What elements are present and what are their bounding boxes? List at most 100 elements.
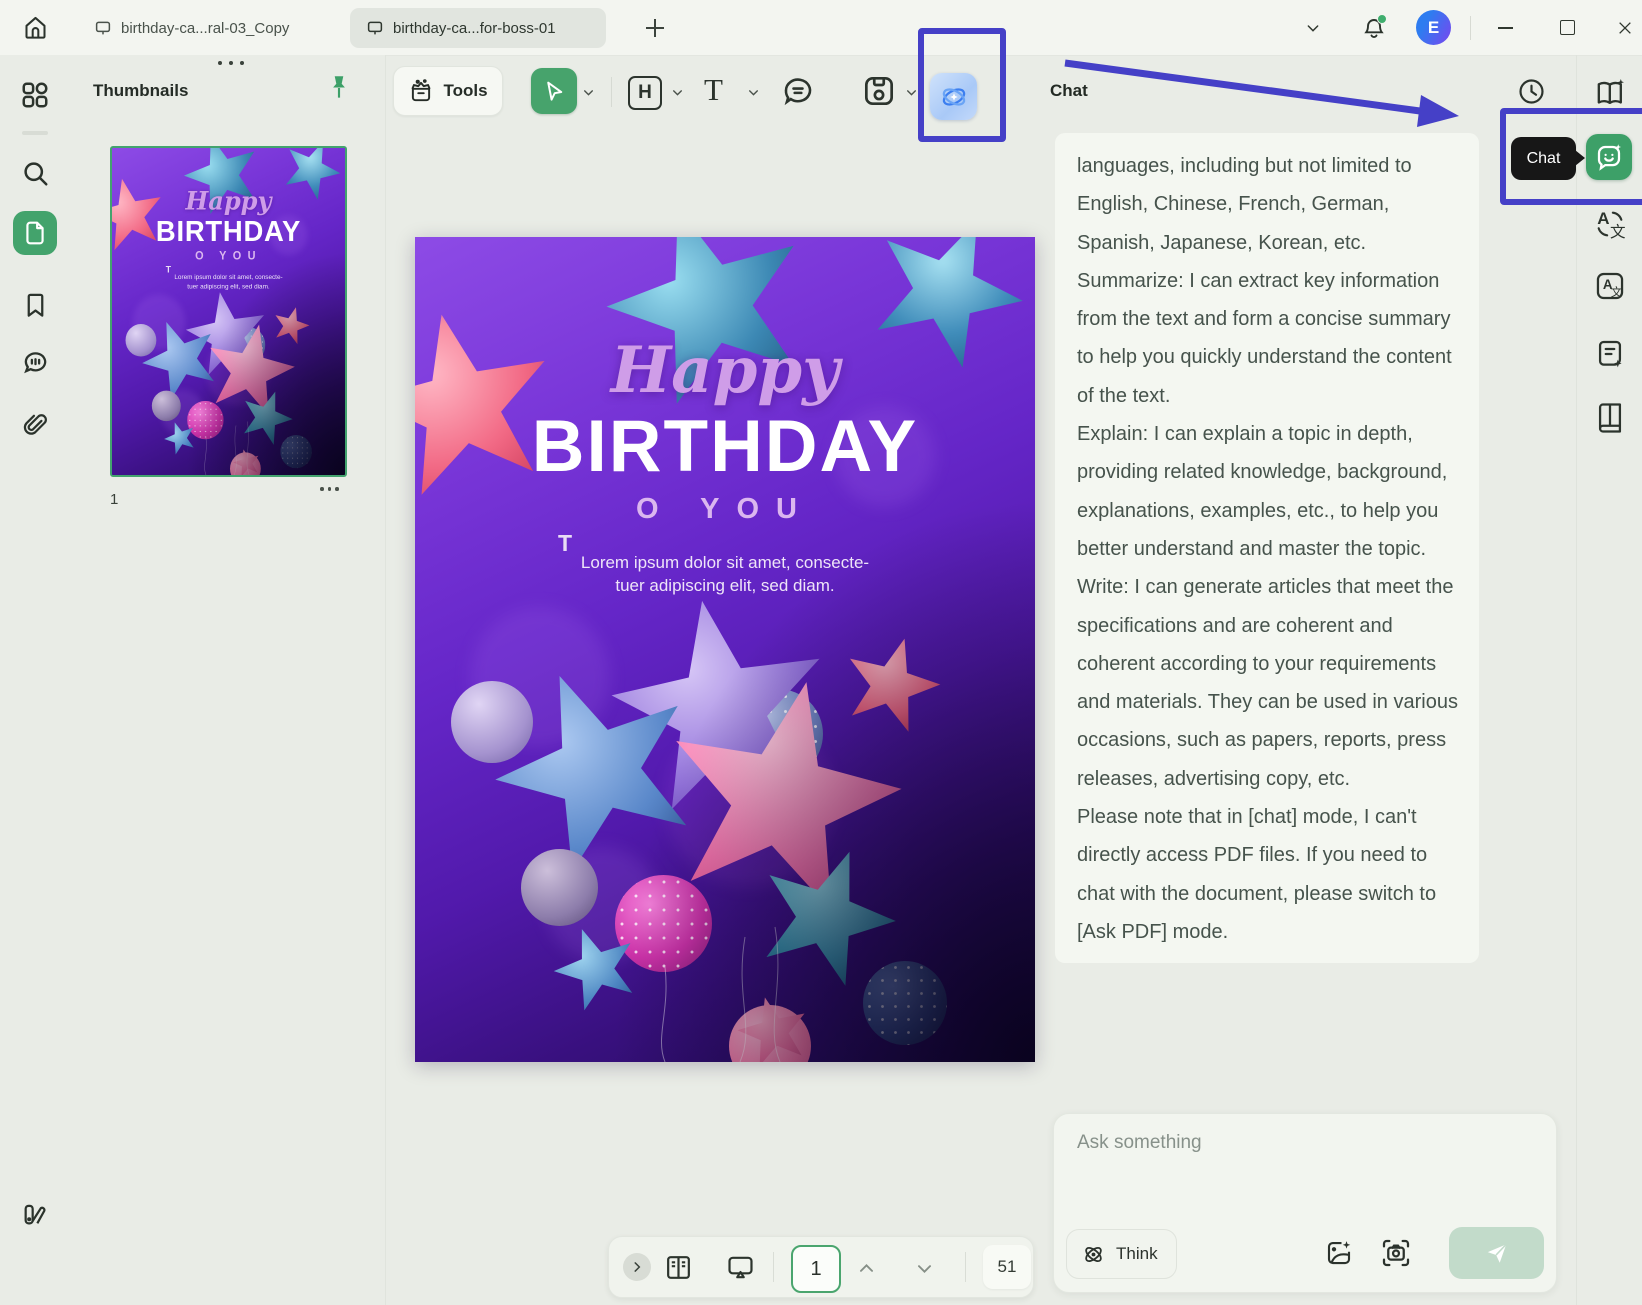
page-number-value: 1 (810, 1258, 821, 1281)
grid-icon (20, 80, 50, 110)
new-tab-button[interactable] (644, 17, 666, 39)
notifications-button[interactable] (1358, 0, 1390, 55)
summary-sparkle-icon (1593, 337, 1627, 371)
heading-icon: H (628, 76, 662, 110)
presentation-mode-button[interactable] (725, 1252, 756, 1283)
tab-label: birthday-ca...ral-03_Copy (121, 20, 289, 37)
think-label: Think (1116, 1244, 1158, 1264)
ai-swirl-icon (938, 81, 970, 113)
card-title-word: BIRTHDAY (112, 215, 345, 248)
page-navigation-toolbar: 1 51 (608, 1236, 1034, 1298)
thumbnail-page-number: 1 (110, 491, 118, 508)
ai-chat-sidebar-button[interactable] (1586, 134, 1632, 180)
translate-button[interactable]: A 文 (1592, 206, 1628, 242)
send-button[interactable] (1449, 1227, 1544, 1279)
chevron-up-icon (857, 1259, 876, 1278)
page-thumbnail-1[interactable]: Happy BIRTHDAY O YOU T Lorem ipsum dolor… (110, 146, 347, 477)
window-titlebar: birthday-ca...ral-03_Copy birthday-ca...… (0, 0, 1642, 56)
ai-assistant-button[interactable] (930, 73, 977, 120)
ai-chat-message[interactable]: languages, including but not limited to … (1055, 133, 1479, 963)
sidebar-item-search[interactable] (13, 151, 57, 195)
thumbnails-panel-title: Thumbnails (93, 81, 188, 101)
sidebar-item-grid[interactable] (13, 73, 57, 117)
avatar-initial: E (1428, 18, 1439, 38)
comment-icon (780, 74, 816, 110)
svg-text:文: 文 (1610, 223, 1626, 241)
chat-panel-title: Chat (1050, 81, 1088, 101)
left-sidebar (0, 55, 71, 1305)
text-tool-button[interactable]: T (704, 74, 723, 105)
pin-panel-button[interactable] (326, 73, 352, 103)
dictionary-button[interactable] (1592, 400, 1628, 436)
text-tool-icon: T (704, 74, 723, 105)
insert-image-button[interactable] (1322, 1236, 1356, 1270)
chevron-down-icon (582, 86, 595, 99)
home-icon (22, 14, 49, 41)
text-tool-dropdown[interactable] (747, 86, 760, 99)
sidebar-item-bookmarks[interactable] (13, 283, 57, 327)
book-icon (1593, 401, 1627, 435)
save-tool-button[interactable] (860, 72, 898, 110)
chat-paragraph: Summarize: I can extract key information… (1077, 262, 1469, 415)
pin-icon (326, 73, 352, 103)
translate-page-button[interactable]: A 文 (1592, 268, 1628, 304)
tools-button[interactable]: Tools (393, 66, 503, 116)
document-tab-icon (94, 19, 112, 37)
card-subtitle: O YOU (112, 249, 345, 262)
next-page-button[interactable] (915, 1259, 934, 1278)
select-tool-button[interactable] (531, 68, 577, 114)
tab-label: birthday-ca...for-boss-01 (393, 20, 556, 37)
think-toggle-button[interactable]: Think (1066, 1229, 1177, 1279)
sidebar-item-themes[interactable] (13, 1192, 57, 1236)
comment-bubble-icon (21, 349, 50, 378)
maximize-button[interactable] (1552, 0, 1582, 55)
sidebar-item-comments[interactable] (13, 341, 57, 385)
tools-label: Tools (443, 81, 487, 101)
cursor-icon (542, 79, 567, 104)
notification-dot (1377, 14, 1387, 24)
close-button[interactable] (1610, 0, 1640, 55)
search-icon (20, 158, 50, 188)
ai-summary-button[interactable] (1592, 336, 1628, 372)
thumbnail-card-host: Happy BIRTHDAY O YOU T Lorem ipsum dolor… (112, 148, 200, 475)
chat-input-placeholder[interactable]: Ask something (1077, 1132, 1202, 1154)
tools-gift-icon (408, 78, 434, 104)
book-sparkle-icon (1594, 76, 1627, 109)
tab-birthday-for-boss[interactable]: birthday-ca...for-boss-01 (350, 8, 606, 48)
panel-drag-handle[interactable] (218, 61, 244, 65)
previous-page-button[interactable] (857, 1259, 876, 1278)
expand-toolbar-button[interactable] (623, 1253, 651, 1281)
minimize-button[interactable] (1490, 0, 1520, 55)
home-button[interactable] (12, 6, 58, 49)
bookmark-icon (22, 292, 49, 319)
image-sparkle-icon (1324, 1238, 1354, 1268)
reading-mode-button[interactable] (663, 1252, 694, 1283)
screenshot-button[interactable] (1379, 1236, 1413, 1270)
swatches-icon (21, 1200, 49, 1228)
comment-tool-button[interactable] (780, 74, 816, 110)
page-number-input[interactable]: 1 (791, 1245, 841, 1293)
svg-text:文: 文 (1611, 285, 1622, 299)
pdf-page-canvas[interactable]: Happy BIRTHDAY O YOU T Lorem ipsum dolor… (415, 237, 1035, 1062)
account-avatar[interactable]: E (1416, 10, 1451, 45)
tab-birthday-copy[interactable]: birthday-ca...ral-03_Copy (78, 8, 334, 48)
zoom-level-input[interactable]: 51 (983, 1245, 1031, 1289)
chat-paragraph: languages, including but not limited to … (1077, 147, 1469, 262)
chat-paragraph: Write: I can generate articles that meet… (1077, 568, 1469, 798)
chevron-down-icon (747, 86, 760, 99)
heading-tool-button[interactable]: H (628, 76, 662, 110)
collapse-toolbar-button[interactable] (1298, 0, 1328, 55)
ai-chat-smiley-icon (1594, 142, 1624, 172)
heading-tool-dropdown[interactable] (671, 86, 684, 99)
select-tool-dropdown[interactable] (582, 86, 595, 99)
chat-history-button[interactable] (1516, 76, 1547, 107)
save-tool-dropdown[interactable] (905, 86, 918, 99)
thumbnail-more-button[interactable] (320, 487, 339, 491)
close-icon (1617, 20, 1633, 36)
sidebar-item-thumbnails[interactable] (13, 211, 57, 255)
chat-input-card[interactable]: Ask something Think (1053, 1113, 1557, 1293)
sidebar-item-attachments[interactable] (13, 403, 57, 447)
app-window: birthday-ca...ral-03_Copy birthday-ca...… (0, 0, 1642, 1305)
ai-book-button[interactable] (1592, 74, 1628, 110)
card-body-text: Lorem ipsum dolor sit amet, consecte-tue… (415, 551, 1035, 597)
